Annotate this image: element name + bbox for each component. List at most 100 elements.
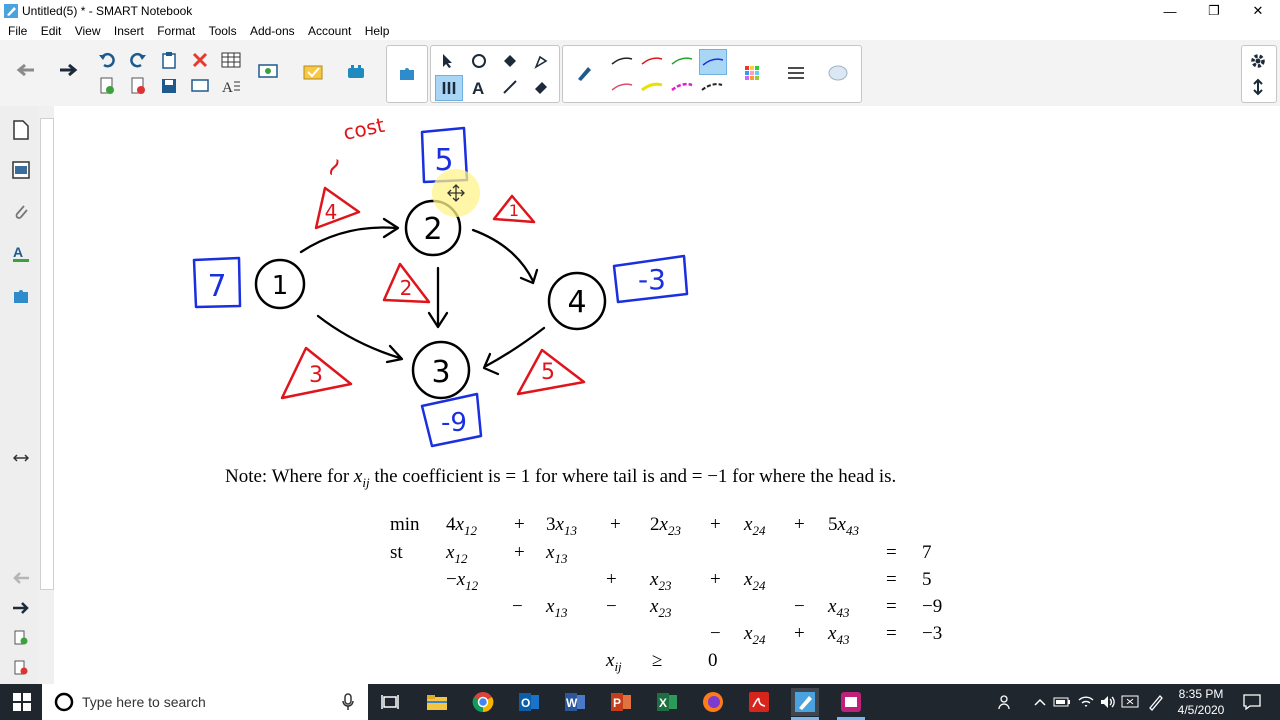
menu-file[interactable]: File	[8, 22, 27, 40]
text-tool[interactable]: A	[466, 75, 492, 99]
chrome-icon	[472, 692, 494, 713]
shapes-icon	[472, 54, 486, 68]
shape-recognition-tool[interactable]	[466, 49, 492, 73]
input-indicator-button[interactable]	[1116, 688, 1144, 716]
pen-style-6[interactable]	[639, 75, 665, 99]
pen-style-1[interactable]	[609, 49, 635, 73]
screen-shade-button[interactable]	[255, 60, 281, 84]
pen-style-2[interactable]	[639, 49, 665, 73]
addons-button[interactable]	[394, 61, 420, 85]
action-center-button[interactable]	[1238, 688, 1266, 716]
properties-tab[interactable]: A	[8, 240, 34, 268]
transparency-button[interactable]	[825, 61, 851, 85]
line-icon	[503, 80, 517, 94]
outlook-button[interactable]: O	[515, 688, 543, 716]
note-prefix: Note: Where for	[225, 466, 350, 487]
save-icon	[162, 79, 176, 93]
move-toolbar-button[interactable]	[1245, 75, 1271, 99]
pens-tool[interactable]	[435, 75, 463, 101]
delete-page-button[interactable]	[125, 74, 151, 98]
sidebar-delete-page[interactable]	[8, 654, 34, 682]
teams-button[interactable]	[837, 688, 865, 716]
redo-button[interactable]	[125, 48, 151, 72]
paste-button[interactable]	[156, 48, 182, 72]
microphone-icon	[342, 693, 354, 710]
toolbar: A A	[0, 40, 1280, 107]
full-screen-button[interactable]	[187, 74, 213, 98]
activity-builder-button[interactable]	[300, 60, 326, 84]
undo-button[interactable]	[94, 48, 120, 72]
chrome-button[interactable]	[469, 688, 497, 716]
menu-format[interactable]: Format	[157, 22, 195, 40]
add-page-button[interactable]	[94, 74, 120, 98]
lp-nonneg-sub: ij	[614, 658, 622, 674]
eraser-tool[interactable]	[528, 75, 554, 99]
pen-type-button[interactable]	[571, 61, 597, 85]
settings-button[interactable]	[1245, 49, 1271, 73]
menu-bar: File Edit View Insert Format Tools Add-o…	[0, 22, 1280, 40]
excel-button[interactable]: X	[653, 688, 681, 716]
powerpoint-button[interactable]: P	[607, 688, 635, 716]
taskbar-search-box[interactable]: Type here to search	[42, 684, 368, 720]
gallery-tab[interactable]	[8, 156, 34, 184]
page-sorter-tab[interactable]	[8, 116, 34, 144]
next-page-button[interactable]	[56, 58, 82, 82]
pen-workspace-button[interactable]	[1142, 688, 1170, 716]
delete-button[interactable]	[187, 48, 213, 72]
text-a-icon: A	[472, 79, 484, 95]
minimize-button[interactable]: —	[1148, 0, 1192, 22]
vertical-scrollbar[interactable]	[38, 106, 54, 684]
font-button[interactable]: A	[218, 74, 244, 98]
attachments-tab[interactable]	[8, 198, 34, 226]
pen-style-7[interactable]	[669, 75, 695, 99]
lp-obj-term-4: x24	[744, 514, 766, 538]
task-view-button[interactable]	[376, 688, 404, 716]
cost-label-4-3: 5	[541, 360, 555, 385]
sidebar-next-page[interactable]	[8, 594, 34, 622]
tilde-mark: ~	[316, 150, 353, 184]
pen-style-3[interactable]	[669, 49, 695, 73]
magic-pen-tool[interactable]	[528, 49, 554, 73]
sidebar-add-page[interactable]	[8, 624, 34, 652]
fill-tool[interactable]	[497, 49, 523, 73]
save-button[interactable]	[156, 74, 182, 98]
line-tool[interactable]	[497, 75, 523, 99]
notebook-page[interactable]: cost ~ 2 1 4 3 5 7 -3 -9 4 3 2 1 5 Note:…	[54, 106, 1280, 684]
scrollbar-thumb[interactable]	[40, 118, 54, 590]
sidebar-prev-page[interactable]	[8, 564, 34, 592]
menu-view[interactable]: View	[75, 22, 101, 40]
addons-tab[interactable]	[8, 282, 34, 310]
people-button[interactable]	[992, 688, 1020, 716]
color-palette-button[interactable]	[739, 61, 765, 85]
menu-insert[interactable]: Insert	[114, 22, 144, 40]
move-sidebar-button[interactable]	[8, 444, 34, 472]
acrobat-button[interactable]	[745, 688, 773, 716]
menu-help[interactable]: Help	[365, 22, 390, 40]
screen-shade-icon	[258, 64, 278, 78]
chevron-up-icon	[1034, 698, 1046, 706]
close-button[interactable]: ✕	[1236, 0, 1280, 22]
menu-edit[interactable]: Edit	[41, 22, 62, 40]
file-explorer-button[interactable]	[423, 688, 451, 716]
menu-account[interactable]: Account	[308, 22, 351, 40]
pen-style-5[interactable]	[609, 75, 635, 99]
system-clock[interactable]: 8:35 PM 4/5/2020	[1172, 686, 1230, 718]
menu-tools[interactable]: Tools	[209, 22, 237, 40]
menu-addons[interactable]: Add-ons	[250, 22, 295, 40]
pen-style-8[interactable]	[699, 75, 725, 99]
select-tool[interactable]	[435, 49, 461, 73]
properties-icon: A	[13, 244, 29, 262]
lp-obj-op-3: +	[710, 514, 721, 535]
cost-label-1-2: 4	[325, 200, 338, 224]
firefox-button[interactable]	[699, 688, 727, 716]
pen-style-4[interactable]	[699, 49, 727, 75]
response-button[interactable]	[343, 60, 369, 84]
smart-notebook-taskbar-button[interactable]	[791, 688, 819, 716]
restore-button[interactable]: ❐	[1192, 0, 1236, 22]
word-button[interactable]: W	[561, 688, 589, 716]
line-width-button[interactable]	[783, 61, 809, 85]
start-button[interactable]	[8, 688, 36, 716]
previous-page-button[interactable]	[12, 58, 38, 82]
insert-table-button[interactable]	[218, 48, 244, 72]
stroke-dashed-icon	[701, 83, 723, 91]
